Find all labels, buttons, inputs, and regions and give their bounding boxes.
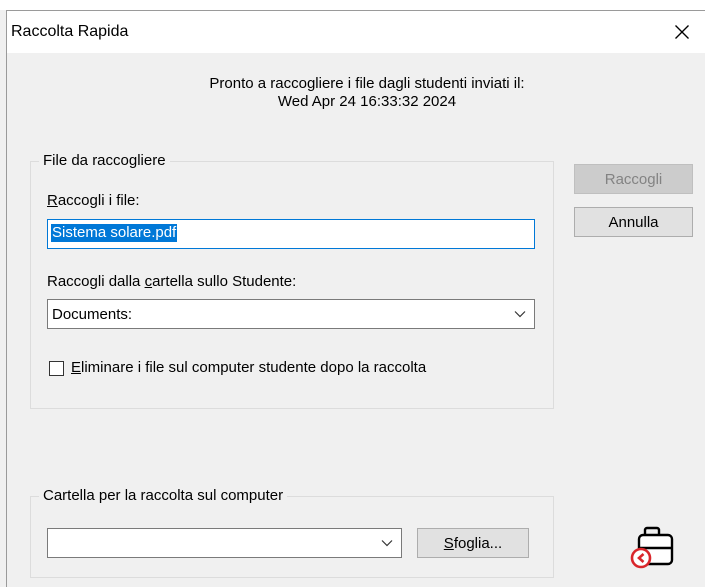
quick-collect-dialog: Raccolta Rapida Pronto a raccogliere i f…	[6, 10, 705, 587]
collect-button[interactable]: Raccogli	[574, 164, 693, 194]
info-line-1: Pronto a raccogliere i file dagli studen…	[209, 75, 525, 92]
computer-folder-select[interactable]	[47, 528, 402, 558]
delete-files-checkbox[interactable]	[49, 361, 64, 376]
briefcase-collect-icon	[630, 526, 674, 569]
student-folder-select[interactable]: Documents:	[47, 299, 535, 329]
info-text: Pronto a raccogliere i file dagli studen…	[157, 75, 577, 111]
window-title: Raccolta Rapida	[11, 23, 129, 40]
files-group-legend: File da raccogliere	[39, 152, 170, 170]
collect-files-label: Raccogli i file:	[47, 192, 140, 209]
collect-files-input[interactable]: Sistema solare.pdf	[47, 219, 535, 249]
close-button[interactable]	[659, 11, 705, 53]
computer-folder-legend: Cartella per la raccolta sul computer	[39, 487, 288, 505]
student-folder-value: Documents:	[52, 306, 133, 323]
chevron-down-icon	[381, 540, 393, 547]
student-folder-label: Raccogli dalla cartella sullo Studente:	[47, 273, 297, 290]
browse-button[interactable]: Sfoglia...	[417, 528, 529, 558]
info-timestamp: Wed Apr 24 16:33:32 2024	[277, 93, 457, 110]
cancel-button[interactable]: Annulla	[574, 207, 693, 237]
close-icon	[675, 25, 689, 39]
chevron-down-icon	[514, 311, 526, 318]
collect-files-value: Sistema solare.pdf	[51, 224, 178, 242]
title-bar: Raccolta Rapida	[7, 11, 705, 53]
top-strip	[0, 0, 705, 10]
delete-files-label[interactable]: Eliminare i file sul computer studente d…	[71, 359, 426, 377]
